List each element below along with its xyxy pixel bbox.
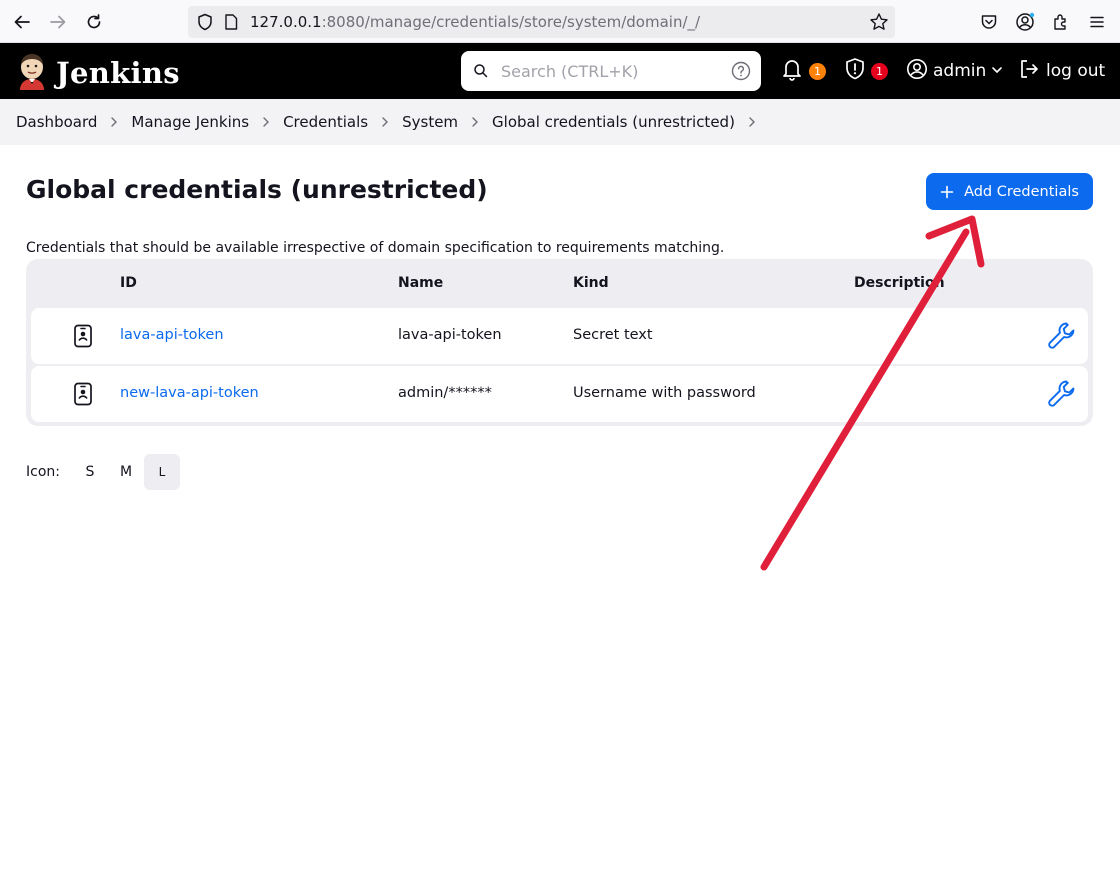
annotation-arrow — [760, 215, 985, 571]
